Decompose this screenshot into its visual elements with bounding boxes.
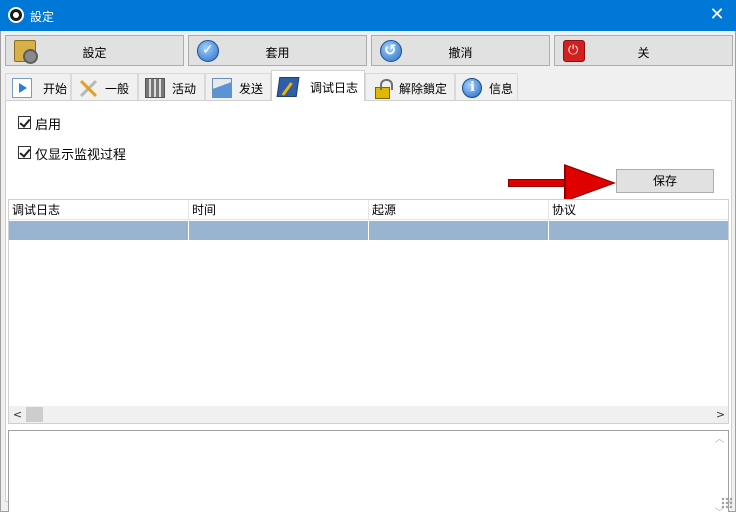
scroll-thumb[interactable]: [26, 407, 43, 422]
tab-debug-log-label: 调试日志: [310, 81, 359, 95]
tab-send-label: 发送: [239, 82, 264, 96]
column-header-debug-log[interactable]: 调试日志: [9, 200, 189, 220]
apply-button[interactable]: 套用: [188, 35, 367, 66]
column-header-source[interactable]: 起源: [369, 200, 549, 220]
settings-button-label: 設定: [82, 46, 107, 60]
tab-start-label: 开始: [43, 82, 68, 96]
save-button[interactable]: 保存: [616, 169, 714, 193]
tab-general-label: 一般: [105, 82, 130, 96]
red-arrow-head-icon: [566, 166, 613, 200]
title-bar: 設定 ✕: [0, 0, 736, 31]
enable-checkbox[interactable]: 启用: [18, 114, 198, 133]
apply-button-label: 套用: [265, 46, 290, 60]
table-row[interactable]: [9, 221, 728, 240]
scroll-right-button[interactable]: >: [712, 406, 728, 423]
undo-button[interactable]: 撤消: [371, 35, 550, 66]
close-app-button-label: 关: [637, 46, 650, 60]
tab-send[interactable]: 发送: [205, 73, 271, 100]
debug-log-table[interactable]: 调试日志 时间 起源 协议 < >: [8, 199, 729, 424]
tab-activity-label: 活动: [172, 82, 197, 96]
tab-start[interactable]: 开始: [5, 73, 71, 100]
app-icon: [8, 7, 24, 23]
close-app-button[interactable]: 关: [554, 35, 733, 66]
table-header: 调试日志 时间 起源 协议: [9, 200, 728, 220]
tab-activity[interactable]: 活动: [138, 73, 205, 100]
checkbox-checked-icon: [18, 116, 31, 129]
activity-icon: [145, 78, 165, 98]
tab-info-label: 信息: [489, 82, 514, 96]
tools-icon: [78, 78, 98, 98]
enable-checkbox-label: 启用: [35, 118, 62, 133]
tab-unlock-label: 解除鎖定: [399, 82, 448, 96]
scroll-left-button[interactable]: <: [9, 406, 26, 423]
table-cell: [549, 221, 728, 240]
checkbox-checked-icon: [18, 146, 31, 159]
column-header-protocol[interactable]: 协议: [549, 200, 728, 220]
table-cell: [369, 221, 549, 240]
table-cell: [189, 221, 369, 240]
column-header-time[interactable]: 时间: [189, 200, 369, 220]
log-output-textarea[interactable]: ︿ ﹀: [8, 430, 729, 512]
unlock-icon: [372, 78, 393, 99]
close-button[interactable]: ✕: [706, 4, 728, 26]
tab-unlock[interactable]: 解除鎖定: [365, 73, 455, 100]
tab-debug-log[interactable]: 调试日志: [271, 70, 365, 101]
window-title: 設定: [30, 10, 55, 24]
undo-button-label: 撤消: [448, 46, 473, 60]
tab-info[interactable]: 信息: [455, 73, 518, 100]
settings-window-body: 設定 套用 撤消 关 开始 一般 活动 发送 调试日志 解除鎖定 信息: [0, 31, 736, 512]
send-icon: [212, 78, 232, 98]
monitor-only-checkbox[interactable]: 仅显示监视过程: [18, 144, 198, 163]
debug-log-panel: 启用 仅显示监视过程 保存 调试日志 时间 起源 协议 < > ︿: [5, 100, 732, 512]
tab-general[interactable]: 一般: [71, 73, 138, 100]
red-arrow-icon: [508, 179, 570, 187]
info-icon: [462, 78, 482, 98]
monitor-only-checkbox-label: 仅显示监视过程: [35, 148, 127, 163]
play-icon: [12, 78, 32, 98]
scroll-up-button[interactable]: ︿: [711, 431, 728, 448]
settings-button[interactable]: 設定: [5, 35, 184, 66]
debug-log-icon: [276, 77, 300, 97]
resize-grip-icon[interactable]: [721, 497, 733, 509]
horizontal-scrollbar[interactable]: < >: [9, 406, 728, 423]
table-cell: [9, 221, 189, 240]
